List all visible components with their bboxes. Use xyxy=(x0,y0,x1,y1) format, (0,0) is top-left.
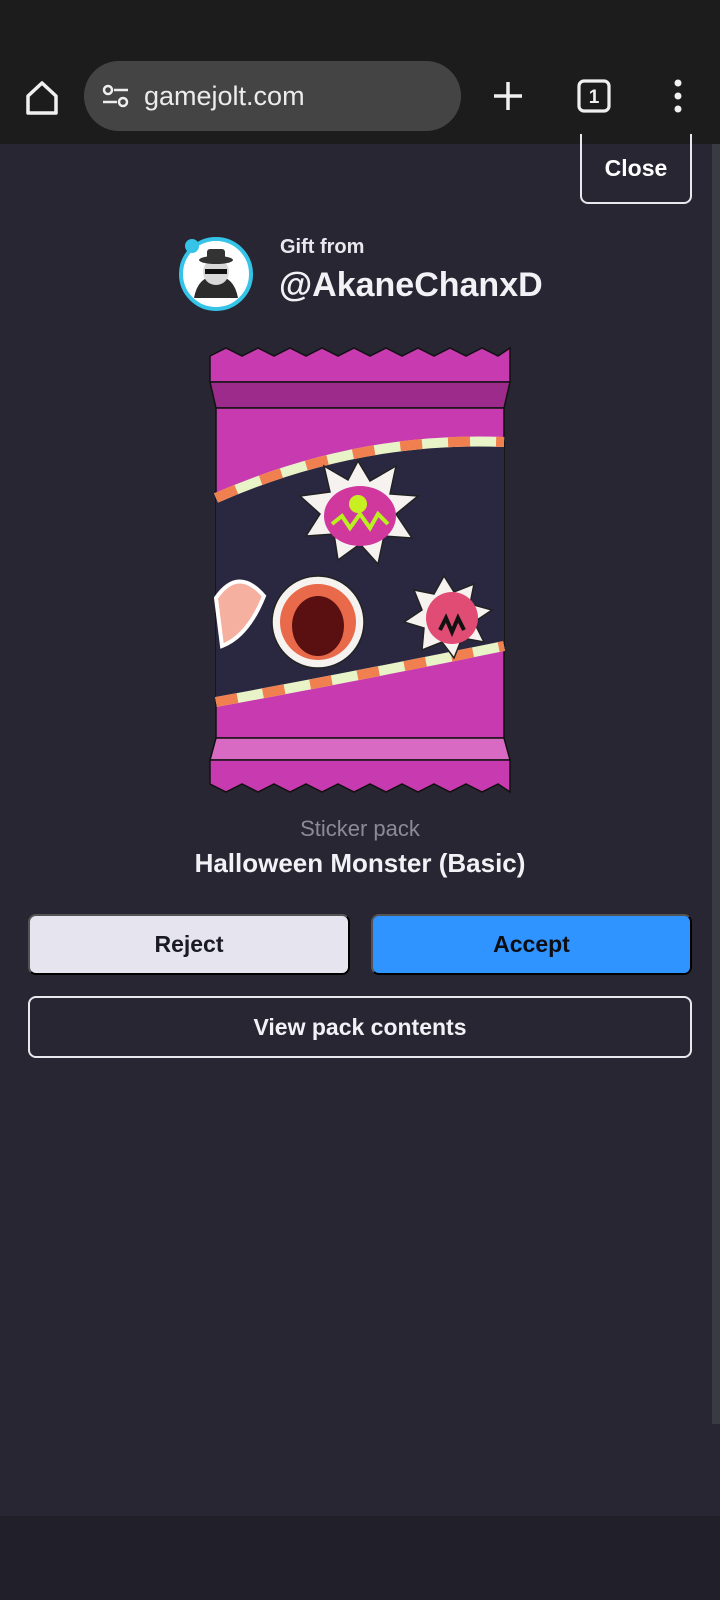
more-options-icon xyxy=(674,79,682,113)
close-button[interactable]: Close xyxy=(580,134,692,204)
sticker-pack-image xyxy=(208,346,512,802)
sender-avatar[interactable] xyxy=(178,236,254,312)
url-bar[interactable]: gamejolt.com xyxy=(84,61,461,131)
gift-from-label: Gift from xyxy=(280,236,365,258)
home-button[interactable] xyxy=(18,74,66,122)
new-tab-icon xyxy=(494,82,522,110)
site-settings-icon[interactable] xyxy=(96,76,136,116)
tab-switcher-button[interactable]: 1 xyxy=(570,72,618,120)
status-bar xyxy=(0,0,720,52)
view-pack-contents-button[interactable]: View pack contents xyxy=(28,996,692,1058)
home-icon xyxy=(26,81,58,115)
accept-button[interactable]: Accept xyxy=(371,914,692,975)
pack-name: Halloween Monster (Basic) xyxy=(194,848,526,878)
new-tab-button[interactable] xyxy=(484,72,532,120)
sender-username[interactable]: @AkaneChanxD xyxy=(279,266,543,305)
tab-count: 1 xyxy=(589,87,600,108)
tab-switcher-icon: 1 xyxy=(577,79,611,113)
more-options-button[interactable] xyxy=(654,72,702,120)
bottom-nav-area xyxy=(0,1516,720,1600)
reject-button[interactable]: Reject xyxy=(28,914,350,975)
page-scrollbar[interactable] xyxy=(712,144,720,1424)
browser-toolbar: gamejolt.com 1 xyxy=(0,52,720,144)
pack-type-label: Sticker pack xyxy=(300,816,420,841)
url-text: gamejolt.com xyxy=(144,80,305,111)
